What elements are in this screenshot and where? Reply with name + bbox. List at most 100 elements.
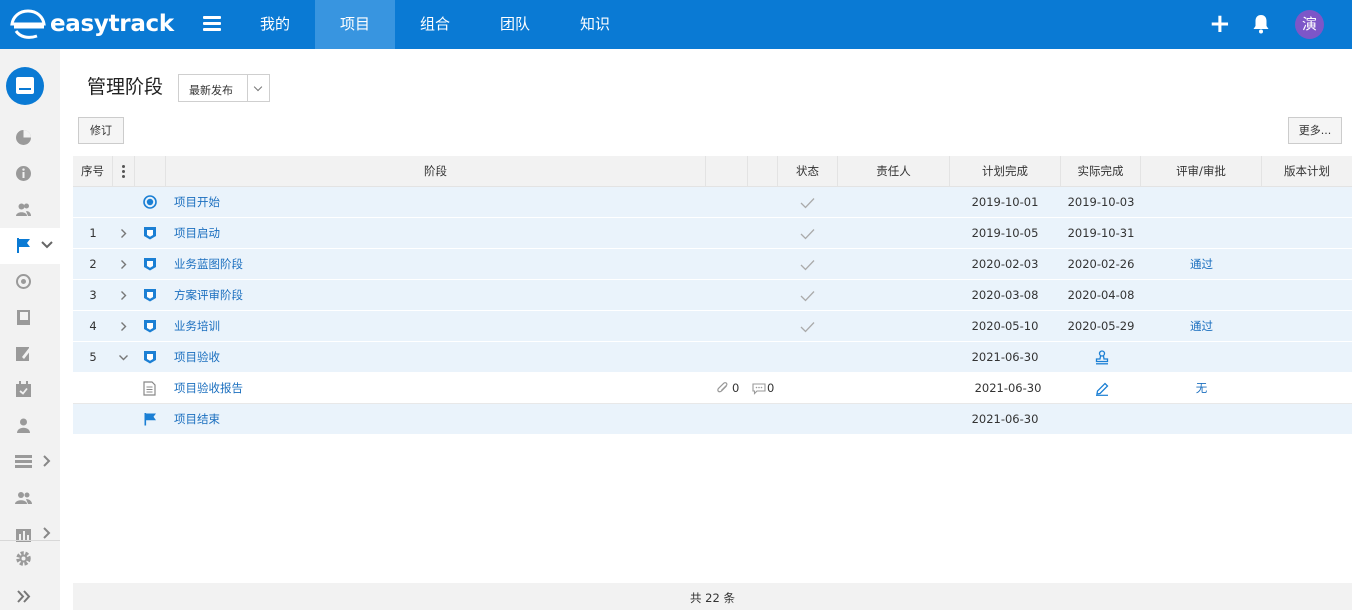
calendar-check-icon: [16, 381, 31, 397]
column-menu-icon[interactable]: [113, 156, 135, 187]
review-status[interactable]: [1141, 218, 1262, 249]
deliverable-name-link[interactable]: 项目验收报告: [174, 373, 694, 404]
sidebar-item-target[interactable]: [0, 264, 60, 300]
sidebar-item-calendar[interactable]: [0, 372, 60, 408]
stage-name-link[interactable]: 方案评审阶段: [174, 280, 694, 311]
menu-icon[interactable]: [203, 16, 221, 32]
target-icon: [16, 274, 31, 289]
nav-item-projects[interactable]: 项目: [315, 0, 395, 49]
page-title: 管理阶段: [87, 76, 164, 98]
status-cell: [778, 280, 838, 311]
stage-name-link[interactable]: 项目验收: [174, 342, 694, 373]
sidebar-item-list[interactable]: [0, 444, 60, 480]
sidebar-item-stages[interactable]: [0, 228, 60, 264]
review-status[interactable]: [1141, 404, 1262, 435]
paperclip-icon: [717, 382, 728, 393]
chevron-right-icon: [121, 291, 127, 300]
sidebar-item-dashboard[interactable]: [0, 120, 60, 156]
stamp-icon[interactable]: [1095, 350, 1109, 365]
book-icon: [17, 310, 30, 325]
stage-name-link[interactable]: 项目启动: [174, 218, 694, 249]
stage-shield-icon: [144, 320, 156, 333]
info-icon: [16, 166, 31, 181]
milestone-circle-icon: [143, 195, 157, 209]
nav-item-portfolio[interactable]: 组合: [395, 0, 475, 49]
chevron-right-icon: [43, 527, 51, 539]
actual-finish-date: 2019-10-31: [1067, 226, 1135, 240]
status-cell: [778, 187, 838, 218]
sidebar-item-team[interactable]: [0, 480, 60, 516]
stage-name-link[interactable]: 业务培训: [174, 311, 694, 342]
sidebar-item-person[interactable]: [0, 408, 60, 444]
edit-icon[interactable]: [1095, 382, 1109, 396]
project-logo-icon[interactable]: [6, 67, 44, 105]
check-icon: [800, 260, 815, 271]
col-header-stage: 阶段: [166, 156, 706, 187]
review-status[interactable]: 通过: [1141, 249, 1262, 280]
review-status[interactable]: [1141, 280, 1262, 311]
row-icon-cell: [135, 280, 165, 311]
expand-toggle[interactable]: [113, 218, 135, 249]
stage-name-link[interactable]: 项目结束: [174, 404, 694, 435]
row-icon-cell: [135, 311, 165, 342]
stage-name-link[interactable]: 项目开始: [174, 187, 694, 218]
plan-finish-date: 2020-02-03: [971, 257, 1039, 271]
plan-finish-date: 2021-06-30: [974, 381, 1042, 395]
chevron-right-icon: [121, 229, 127, 238]
sidebar-item-edit[interactable]: [0, 336, 60, 372]
check-icon: [800, 291, 815, 302]
table-row[interactable]: 5 项目验收 2021-06-30: [73, 342, 1352, 373]
table-row[interactable]: 1 项目启动 2019-10-05 2019-10-31: [73, 218, 1352, 249]
collapse-toggle[interactable]: [113, 342, 135, 373]
actual-finish-cell: [1061, 373, 1141, 404]
review-status[interactable]: 通过: [1141, 311, 1262, 342]
table-row[interactable]: 项目开始 2019-10-01 2019-10-03: [73, 187, 1352, 218]
expand-toggle[interactable]: [113, 311, 135, 342]
attachments-cell[interactable]: 0: [716, 373, 748, 404]
sidebar-item-info[interactable]: [0, 156, 60, 192]
col-header-version-plan: 版本计划: [1284, 164, 1330, 178]
gear-icon: [16, 551, 31, 566]
project-sidebar: [0, 49, 60, 610]
version-select[interactable]: 最新发布: [178, 74, 270, 102]
expand-toggle[interactable]: [113, 249, 135, 280]
table-row[interactable]: 3 方案评审阶段 2020-03-08 2020-04-08: [73, 280, 1352, 311]
comments-cell[interactable]: 0: [751, 373, 783, 404]
revise-button[interactable]: 修订: [78, 117, 124, 144]
user-avatar[interactable]: 演: [1295, 10, 1324, 39]
actual-finish-date: 2020-02-26: [1067, 257, 1135, 271]
plan-finish-date: 2020-03-08: [971, 288, 1039, 302]
row-icon-cell: [135, 218, 165, 249]
plus-icon[interactable]: +: [1209, 11, 1231, 37]
table-footer-total: 共 22 条: [73, 583, 1352, 610]
attachment-count: 0: [732, 381, 740, 395]
app-logo[interactable]: easytrack: [10, 8, 174, 40]
expand-toggle[interactable]: [113, 280, 135, 311]
review-status[interactable]: 无: [1141, 373, 1262, 404]
table-row[interactable]: 4 业务培训 2020-05-10 2020-05-29 通过: [73, 311, 1352, 342]
nav-item-team[interactable]: 团队: [475, 0, 555, 49]
plan-finish-date: 2019-10-05: [971, 226, 1039, 240]
col-header-review: 评审/审批: [1141, 156, 1262, 187]
sidebar-expand-button[interactable]: [0, 579, 60, 610]
nav-item-knowledge[interactable]: 知识: [555, 0, 635, 49]
double-chevron-right-icon: [17, 590, 31, 603]
chevron-right-icon: [43, 455, 51, 467]
table-row[interactable]: 项目验收报告 0 0 2021-06-30 无: [73, 373, 1352, 404]
status-cell: [778, 311, 838, 342]
row-icon-cell: [135, 404, 165, 435]
stage-name-link[interactable]: 业务蓝图阶段: [174, 249, 694, 280]
sidebar-item-settings[interactable]: [0, 541, 60, 577]
users-icon: [16, 203, 31, 216]
plan-finish-date: 2020-05-10: [971, 319, 1039, 333]
review-status[interactable]: [1141, 342, 1262, 373]
bell-icon[interactable]: [1252, 14, 1270, 34]
table-row[interactable]: 2 业务蓝图阶段 2020-02-03 2020-02-26 通过: [73, 249, 1352, 280]
nav-item-mine[interactable]: 我的: [235, 0, 315, 49]
table-row[interactable]: 项目结束 2021-06-30: [73, 404, 1352, 435]
more-button[interactable]: 更多...: [1288, 117, 1342, 144]
col-header-no: 序号: [73, 156, 113, 187]
sidebar-item-members[interactable]: [0, 192, 60, 228]
sidebar-item-docs[interactable]: [0, 300, 60, 336]
review-status[interactable]: [1141, 187, 1262, 218]
